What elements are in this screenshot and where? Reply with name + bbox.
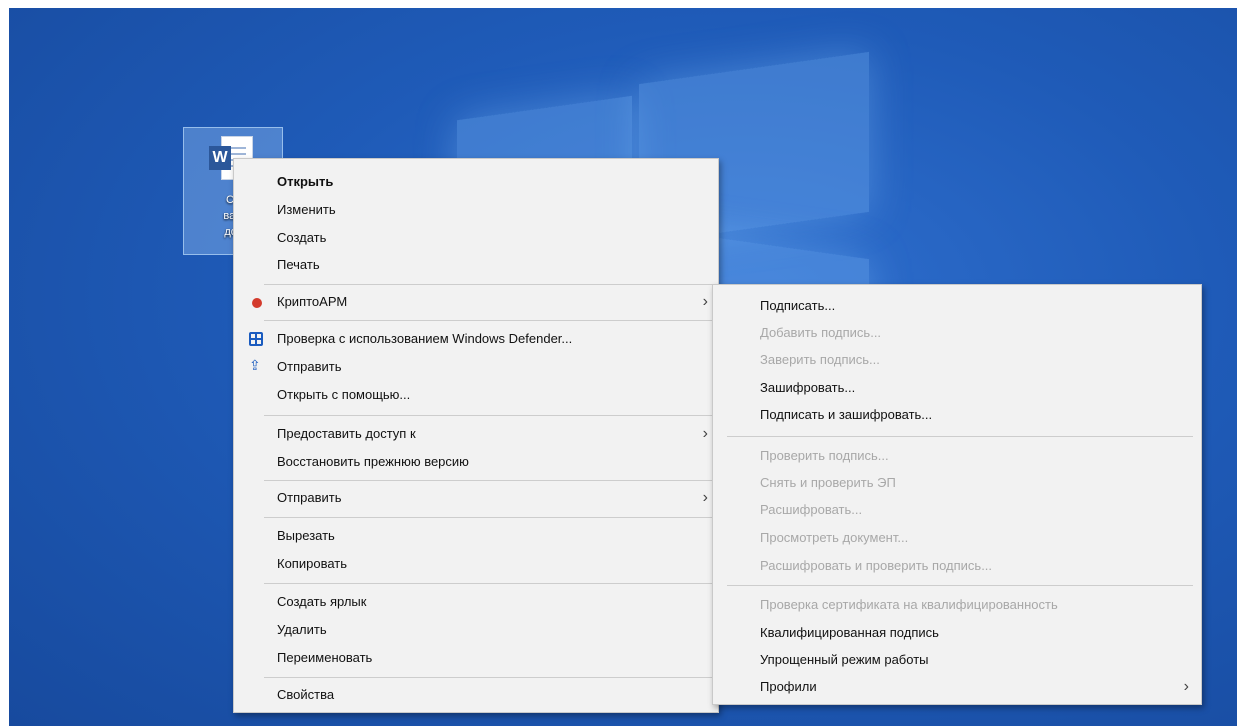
menu-item-create-shortcut[interactable]: Создать ярлык: [234, 589, 718, 615]
context-menu: Открыть Изменить Создать Печать КриптоАР…: [233, 158, 719, 713]
chevron-right-icon: ›: [702, 489, 708, 506]
menu-item-send-to[interactable]: Отправить ›: [234, 485, 718, 511]
menu-item-open[interactable]: Открыть: [234, 169, 718, 195]
submenu-item-remove-verify-signature: Снять и проверить ЭП: [760, 475, 896, 490]
submenu-item-certify-signature: Заверить подпись...: [760, 352, 880, 367]
menu-separator: [264, 320, 712, 321]
menu-separator: [264, 517, 712, 518]
menu-item-open-with[interactable]: Открыть с помощью...: [234, 382, 718, 408]
menu-item-delete[interactable]: Удалить: [234, 617, 718, 643]
menu-item-cryptoarm[interactable]: КриптоАРМ ›: [234, 289, 718, 315]
submenu-item-decrypt: Расшифровать...: [760, 502, 863, 517]
cryptoarm-submenu: Подписать... Добавить подпись... Заверит…: [712, 284, 1202, 705]
menu-item-give-access[interactable]: Предоставить доступ к ›: [234, 421, 718, 447]
menu-item-new[interactable]: Создать: [234, 225, 718, 251]
submenu-item-qualified-signature[interactable]: Квалифицированная подпись: [713, 620, 1201, 646]
submenu-item-view-document: Просмотреть документ...: [760, 530, 909, 545]
chevron-right-icon: ›: [1183, 678, 1189, 695]
menu-separator: [727, 436, 1193, 437]
submenu-item-verify-signature: Проверить подпись...: [760, 448, 889, 463]
chevron-right-icon: ›: [702, 293, 708, 310]
menu-separator: [727, 585, 1193, 586]
menu-item-copy[interactable]: Копировать: [234, 551, 718, 577]
submenu-item-encrypt[interactable]: Зашифровать...: [713, 375, 1201, 401]
menu-separator: [264, 284, 712, 285]
menu-item-print[interactable]: Печать: [234, 252, 718, 278]
defender-shield-icon: [249, 332, 263, 346]
submenu-item-sign-and-encrypt[interactable]: Подписать и зашифровать...: [713, 402, 1201, 428]
submenu-item-sign[interactable]: Подписать...: [713, 293, 1201, 319]
menu-separator: [264, 415, 712, 416]
submenu-item-simple-mode[interactable]: Упрощенный режим работы: [713, 647, 1201, 673]
cryptoarm-icon: [252, 298, 262, 308]
submenu-item-profiles[interactable]: Профили ›: [713, 674, 1201, 700]
submenu-item-certificate-check: Проверка сертификата на квалифицированно…: [760, 597, 1058, 612]
share-icon: ⇪: [249, 357, 261, 373]
submenu-item-decrypt-and-verify: Расшифровать и проверить подпись...: [760, 558, 993, 573]
menu-item-share[interactable]: ⇪ Отправить: [234, 354, 718, 380]
submenu-item-add-signature: Добавить подпись...: [760, 325, 882, 340]
menu-item-restore-version[interactable]: Восстановить прежнюю версию: [234, 449, 718, 475]
menu-item-defender-scan[interactable]: Проверка с использованием Windows Defend…: [234, 326, 718, 352]
menu-item-rename[interactable]: Переименовать: [234, 645, 718, 671]
menu-item-edit[interactable]: Изменить: [234, 197, 718, 223]
menu-separator: [264, 480, 712, 481]
menu-item-cut[interactable]: Вырезать: [234, 523, 718, 549]
menu-separator: [264, 677, 712, 678]
menu-item-properties[interactable]: Свойства: [234, 682, 718, 708]
menu-separator: [264, 583, 712, 584]
chevron-right-icon: ›: [702, 425, 708, 442]
